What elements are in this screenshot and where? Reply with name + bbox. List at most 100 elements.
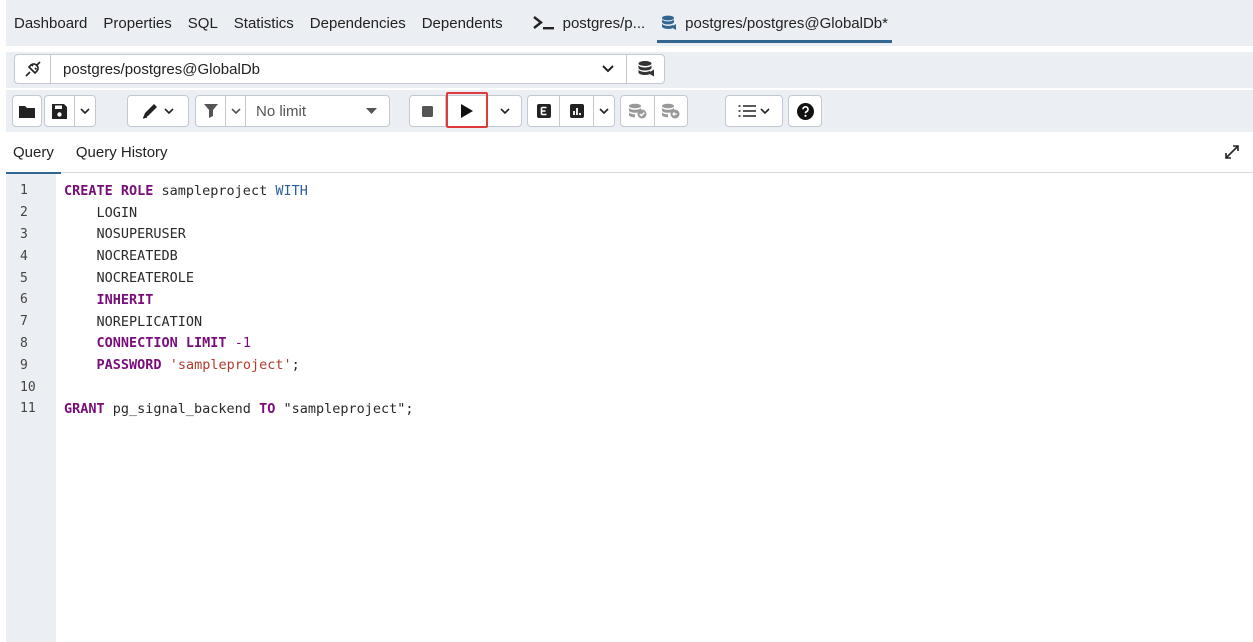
code-text: NOCREATEDB <box>56 248 178 264</box>
code-token: NOCREATEDB <box>64 248 178 265</box>
chevron-down-icon <box>164 108 174 114</box>
code-token: LOGIN <box>64 204 138 221</box>
new-connection-button[interactable] <box>626 55 664 83</box>
line-number: 2 <box>20 205 28 221</box>
tab-dependencies[interactable]: Dependencies <box>302 0 414 46</box>
sql-editor[interactable]: 1 CREATE ROLE sampleproject WITH 2 LOGIN 3 … <box>6 174 1253 642</box>
code-token: TO <box>259 400 276 417</box>
code-line: 4 NOCREATEDB <box>6 245 1253 267</box>
explain-analyze-icon <box>569 104 584 118</box>
plug-icon[interactable] <box>15 55 51 83</box>
explain-button[interactable] <box>528 96 560 126</box>
connection-selector[interactable]: postgres/postgres@GlobalDb <box>14 54 665 84</box>
filter-button[interactable] <box>196 96 226 126</box>
connection-bar: postgres/postgres@GlobalDb <box>6 52 1253 88</box>
filter-group: No limit <box>195 95 390 127</box>
execute-options-dropdown[interactable] <box>488 96 521 126</box>
expand-icon[interactable] <box>1225 145 1239 164</box>
rollback-button[interactable] <box>655 96 687 126</box>
transaction-group <box>620 95 688 127</box>
code-line: 11 GRANT pg_signal_backend TO "sampleproj… <box>6 398 1253 420</box>
code-token: "sampleproject"; <box>275 400 414 417</box>
line-number: 4 <box>20 248 28 264</box>
line-number: 10 <box>20 379 36 395</box>
line-number: 7 <box>20 314 28 330</box>
tab-psql-tool[interactable]: postgres/p... <box>525 0 654 46</box>
code-token: NOCREATEROLE <box>64 270 195 287</box>
line-number: 5 <box>20 270 28 286</box>
tab-label: postgres/postgres@GlobalDb* <box>685 14 888 32</box>
explain-options-dropdown[interactable] <box>594 96 614 126</box>
save-group <box>44 95 96 127</box>
code-token: -1 <box>234 335 251 352</box>
code-token: CONNECTION LIMIT <box>96 335 227 352</box>
tab-label: Properties <box>103 14 172 32</box>
save-button[interactable] <box>45 96 75 126</box>
tab-dashboard[interactable]: Dashboard <box>6 0 95 46</box>
edit-group <box>127 95 189 127</box>
tab-label: Dependencies <box>309 14 406 32</box>
code-text: PASSWORD 'sampleproject'; <box>56 357 300 373</box>
filter-options-dropdown[interactable] <box>226 96 246 126</box>
help-button[interactable] <box>789 96 821 126</box>
tab-sql[interactable]: SQL <box>180 0 226 46</box>
tab-statistics[interactable]: Statistics <box>226 0 302 46</box>
tab-query-history[interactable]: Query History <box>69 133 175 173</box>
code-text: NOSUPERUSER <box>56 226 186 242</box>
code-token: PASSWORD <box>96 357 162 374</box>
code-line: 2 LOGIN <box>6 202 1253 224</box>
tab-label: Dashboard <box>14 14 88 32</box>
save-options-dropdown[interactable] <box>75 96 95 126</box>
folder-icon <box>19 105 35 118</box>
macros-button[interactable] <box>726 96 782 126</box>
code-text: NOREPLICATION <box>56 313 203 330</box>
explain-analyze-button[interactable] <box>560 96 594 126</box>
tab-dependents[interactable]: Dependents <box>414 0 511 46</box>
line-number: 11 <box>20 401 36 417</box>
code-token: CREATE ROLE <box>64 182 154 199</box>
tab-query-tool[interactable]: postgres/postgres@GlobalDb* <box>653 0 896 46</box>
code-token: sampleproject <box>153 182 276 199</box>
row-limit-select[interactable]: No limit <box>246 96 389 126</box>
tab-label: postgres/p... <box>562 14 646 32</box>
tab-label: SQL <box>187 14 218 32</box>
code-lines: 1 CREATE ROLE sampleproject WITH 2 LOGIN 3 … <box>6 180 1253 420</box>
tab-query[interactable]: Query <box>6 133 61 174</box>
save-icon <box>52 103 67 119</box>
line-number: 8 <box>20 335 28 351</box>
commit-icon <box>628 103 646 119</box>
play-icon <box>460 104 473 118</box>
code-token: NOREPLICATION <box>64 313 203 330</box>
chevron-down-icon <box>599 108 609 114</box>
open-file-button[interactable] <box>13 96 41 126</box>
commit-button[interactable] <box>621 96 655 126</box>
code-line: 6 INHERIT <box>6 289 1253 311</box>
line-number: 6 <box>20 292 28 308</box>
tab-label: Query History <box>75 144 168 161</box>
edit-icon <box>142 104 157 119</box>
rollback-icon <box>662 103 680 119</box>
stop-button[interactable] <box>410 96 446 126</box>
edit-button[interactable] <box>128 96 188 126</box>
code-text: CREATE ROLE sampleproject WITH <box>56 183 308 199</box>
code-token: 'sampleproject' <box>169 357 292 374</box>
code-line: 1 CREATE ROLE sampleproject WITH <box>6 180 1253 202</box>
code-token: INHERIT <box>96 291 154 308</box>
editor-subtabs: Query Query History <box>6 133 1253 174</box>
code-text: INHERIT <box>56 291 154 308</box>
code-line: 9 PASSWORD 'sampleproject'; <box>6 354 1253 376</box>
line-number: 3 <box>20 226 28 242</box>
code-line: 8 CONNECTION LIMIT -1 <box>6 333 1253 355</box>
execute-button[interactable] <box>446 96 488 126</box>
database-icon <box>638 61 654 77</box>
tab-properties[interactable]: Properties <box>95 0 179 46</box>
chevron-down-icon <box>80 108 90 114</box>
connection-label: postgres/postgres@GlobalDb <box>63 60 260 78</box>
chevron-down-icon[interactable] <box>590 65 626 73</box>
macros-icon <box>738 105 756 117</box>
code-line: 7 NOREPLICATION <box>6 311 1253 333</box>
tab-label: Dependents <box>421 14 503 32</box>
